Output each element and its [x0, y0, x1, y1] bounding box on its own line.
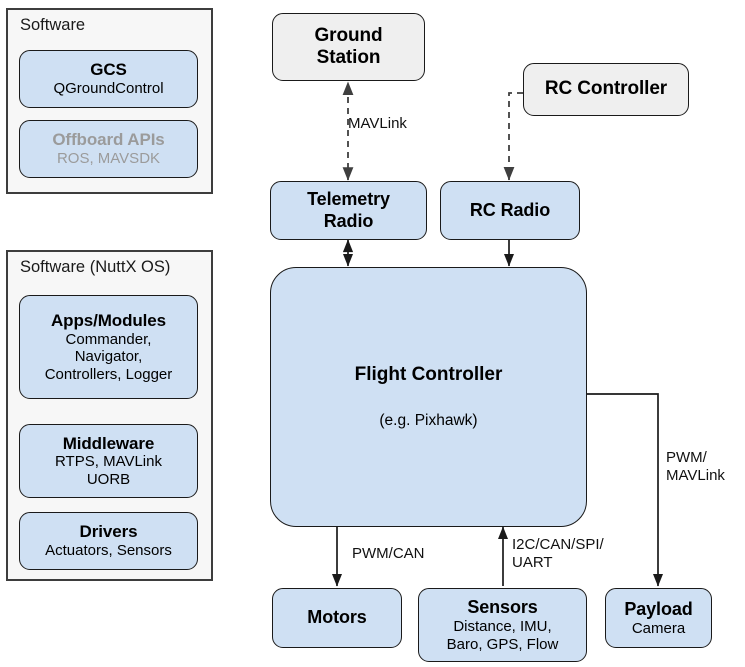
block-apps-modules[interactable]: Apps/Modules Commander, Navigator, Contr… — [19, 295, 198, 399]
node-payload[interactable]: Payload Camera — [605, 588, 712, 648]
panel-software-title: Software — [20, 16, 86, 34]
edge-label-pwm-mavlink: PWM/ MAVLink — [666, 449, 725, 484]
block-drivers[interactable]: Drivers Actuators, Sensors — [19, 512, 198, 570]
node-rc-radio-title: RC Radio — [469, 199, 551, 220]
block-gcs-title: GCS — [90, 60, 127, 80]
node-motors[interactable]: Motors — [272, 588, 402, 648]
edge-label-mavlink: MAVLink — [348, 115, 407, 132]
node-ground-station-title: Ground Station — [314, 24, 383, 68]
block-offboard-apis[interactable]: Offboard APIs ROS, MAVSDK — [19, 120, 198, 178]
edge-rc-controller-to-rc-radio — [503, 92, 523, 181]
node-sensors[interactable]: Sensors Distance, IMU, Baro, GPS, Flow — [418, 588, 587, 662]
edge-label-bus: I2C/CAN/SPI/ UART — [512, 536, 604, 571]
node-sensors-title: Sensors — [467, 596, 538, 617]
block-offboard-apis-title: Offboard APIs — [52, 130, 165, 150]
node-flight-controller[interactable]: Flight Controller (e.g. Pixhawk) — [270, 267, 587, 527]
node-sensors-subtitle: Distance, IMU, Baro, GPS, Flow — [446, 617, 559, 653]
node-rc-radio[interactable]: RC Radio — [440, 181, 580, 240]
node-payload-title: Payload — [624, 598, 693, 619]
node-flight-controller-title: Flight Controller — [354, 363, 503, 385]
node-motors-title: Motors — [307, 607, 367, 628]
panel-software-nuttx-title: Software (NuttX OS) — [20, 258, 171, 276]
block-drivers-subtitle: Actuators, Sensors — [45, 542, 172, 560]
diagram-canvas: Software GCS QGroundControl Offboard API… — [0, 0, 745, 667]
block-middleware-subtitle: RTPS, MAVLink UORB — [55, 453, 162, 488]
block-middleware[interactable]: Middleware RTPS, MAVLink UORB — [19, 424, 198, 498]
edge-label-pwm-can: PWM/CAN — [352, 545, 425, 562]
block-apps-modules-title: Apps/Modules — [51, 310, 166, 330]
block-drivers-title: Drivers — [79, 522, 138, 542]
block-offboard-apis-subtitle: ROS, MAVSDK — [56, 150, 161, 168]
node-payload-subtitle: Camera — [631, 619, 686, 637]
block-apps-modules-subtitle: Commander, Navigator, Controllers, Logge… — [44, 330, 173, 383]
node-rc-controller[interactable]: RC Controller — [523, 63, 689, 116]
node-rc-controller-title: RC Controller — [544, 78, 668, 100]
node-telemetry-radio-title: Telemetry Radio — [307, 189, 390, 231]
node-flight-controller-subtitle: (e.g. Pixhawk) — [379, 412, 478, 430]
block-middleware-title: Middleware — [62, 433, 155, 453]
block-gcs[interactable]: GCS QGroundControl — [19, 50, 198, 108]
node-telemetry-radio[interactable]: Telemetry Radio — [270, 181, 427, 240]
node-ground-station[interactable]: Ground Station — [272, 13, 425, 81]
block-gcs-subtitle: QGroundControl — [53, 80, 164, 98]
